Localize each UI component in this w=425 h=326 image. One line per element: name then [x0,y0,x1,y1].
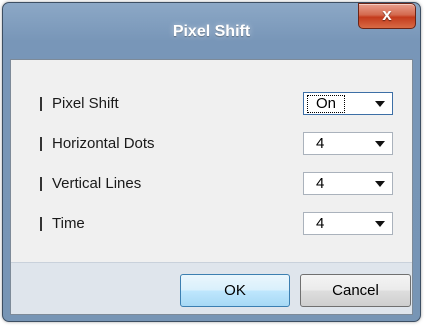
setting-row-pixel-shift: Pixel Shift On [11,92,412,116]
row-marker [40,177,42,191]
vertical-lines-value: 4 [316,175,325,192]
setting-row-time: Time 4 [11,212,412,236]
chevron-down-icon [375,101,385,107]
row-marker [40,217,42,231]
row-marker [40,137,42,151]
title-bar[interactable]: Pixel Shift x [3,3,420,59]
horizontal-dots-label: Horizontal Dots [52,135,155,152]
settings-panel: Pixel Shift On Horizontal Dots 4 Vertica… [11,60,412,262]
chevron-down-icon [375,221,385,227]
row-marker [40,97,42,111]
setting-row-vertical-lines: Vertical Lines 4 [11,172,412,196]
horizontal-dots-value: 4 [316,135,325,152]
vertical-lines-dropdown[interactable]: 4 [303,172,393,195]
horizontal-dots-dropdown[interactable]: 4 [303,132,393,155]
cancel-button[interactable]: Cancel [300,274,411,307]
close-button[interactable]: x [358,3,416,29]
vertical-lines-label: Vertical Lines [52,175,142,192]
pixel-shift-label: Pixel Shift [52,95,119,112]
pixel-shift-dialog: Pixel Shift x Pixel Shift On Horizontal … [2,2,421,322]
button-bar: OK Cancel [11,262,412,314]
time-dropdown[interactable]: 4 [303,212,393,235]
pixel-shift-value: On [307,95,346,113]
close-icon: x [382,5,392,24]
chevron-down-icon [375,181,385,187]
pixel-shift-dropdown[interactable]: On [303,92,393,115]
time-label: Time [52,215,85,232]
dialog-body: Pixel Shift On Horizontal Dots 4 Vertica… [10,59,413,315]
time-value: 4 [316,215,325,232]
ok-button[interactable]: OK [180,274,290,307]
setting-row-horizontal-dots: Horizontal Dots 4 [11,132,412,156]
chevron-down-icon [375,141,385,147]
